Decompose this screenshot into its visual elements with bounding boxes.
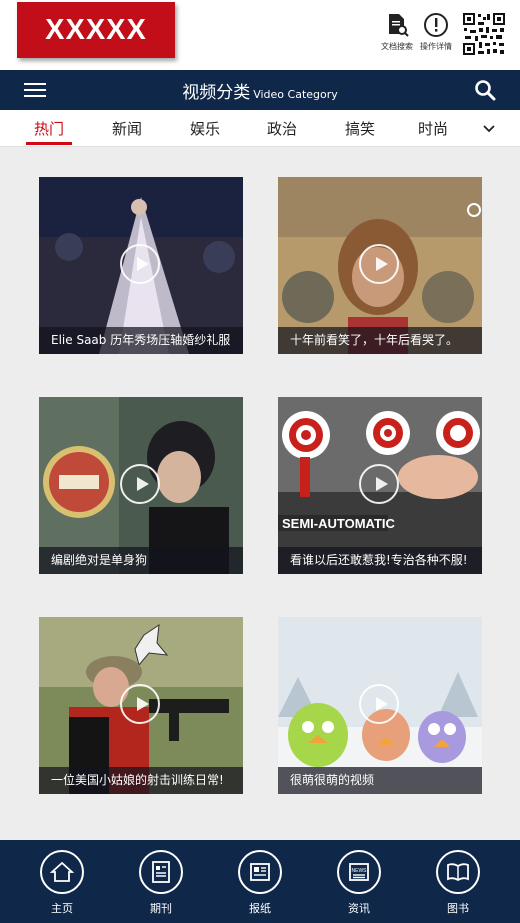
doc-search-label: 文档搜索 bbox=[381, 42, 413, 51]
video-card[interactable]: SEMI-AUTOMATIC 看谁以后还敢惹我!专治各种不服! bbox=[278, 397, 482, 574]
video-card[interactable]: 很萌很萌的视频 bbox=[278, 617, 482, 794]
search-icon[interactable] bbox=[474, 79, 496, 101]
operation-details-button[interactable]: 操作详情 bbox=[416, 12, 456, 58]
footer-home-label: 主页 bbox=[51, 902, 73, 915]
bottom-navigation: 主页 期刊 报纸 NEWS 资讯 图书 bbox=[0, 840, 520, 923]
logo: XXXXX bbox=[17, 2, 175, 58]
top-bar: XXXXX 文档搜索 操作详情 bbox=[0, 0, 520, 70]
footer-home[interactable]: 主页 bbox=[32, 850, 92, 916]
video-card[interactable]: 十年前看笑了，十年后看哭了。 bbox=[278, 177, 482, 354]
footer-book-circle bbox=[436, 850, 480, 894]
tab-politics[interactable]: 政治 bbox=[257, 118, 307, 139]
news-icon: NEWS bbox=[349, 863, 369, 881]
play-icon[interactable] bbox=[120, 684, 160, 724]
navigation-bar: 视频分类 Video Category bbox=[0, 70, 520, 110]
home-icon bbox=[50, 861, 74, 882]
play-icon[interactable] bbox=[359, 244, 399, 284]
operation-details-label: 操作详情 bbox=[420, 42, 452, 51]
page-title: 视频分类 Video Category bbox=[0, 78, 520, 103]
footer-newspaper[interactable]: 报纸 bbox=[230, 850, 290, 916]
category-tabs: 热门 新闻 娱乐 政治 搞笑 时尚 bbox=[0, 110, 520, 147]
footer-news-label: 资讯 bbox=[348, 902, 370, 915]
video-caption: 编剧绝对是单身狗 bbox=[39, 547, 243, 574]
footer-newspaper-circle bbox=[238, 850, 282, 894]
svg-text:SEMI-AUTOMATIC: SEMI-AUTOMATIC bbox=[282, 516, 396, 531]
footer-newspaper-label: 报纸 bbox=[249, 902, 271, 915]
book-icon bbox=[447, 863, 469, 882]
footer-journal-label: 期刊 bbox=[150, 902, 172, 915]
play-icon[interactable] bbox=[359, 464, 399, 504]
play-icon[interactable] bbox=[120, 244, 160, 284]
active-tab-indicator bbox=[26, 142, 72, 145]
footer-home-circle bbox=[40, 850, 84, 894]
journal-icon bbox=[152, 861, 170, 883]
video-caption: 很萌很萌的视频 bbox=[278, 767, 482, 794]
tab-entertainment[interactable]: 娱乐 bbox=[180, 118, 230, 139]
footer-news[interactable]: NEWS 资讯 bbox=[329, 850, 389, 916]
chevron-down-icon[interactable] bbox=[482, 124, 496, 134]
tab-news[interactable]: 新闻 bbox=[102, 118, 152, 139]
video-caption: Elie Saab 历年秀场压轴婚纱礼服 bbox=[39, 327, 243, 354]
page-title-english: Video Category bbox=[253, 88, 338, 101]
tab-hot[interactable]: 热门 bbox=[24, 118, 74, 139]
tab-fashion[interactable]: 时尚 bbox=[408, 118, 458, 139]
footer-journal[interactable]: 期刊 bbox=[131, 850, 191, 916]
video-card[interactable]: 一位美国小姑娘的射击训练日常! bbox=[39, 617, 243, 794]
video-caption: 看谁以后还敢惹我!专治各种不服! bbox=[278, 547, 482, 574]
video-card[interactable]: 编剧绝对是单身狗 bbox=[39, 397, 243, 574]
qr-code-icon[interactable] bbox=[462, 12, 506, 56]
page-title-chinese: 视频分类 bbox=[182, 83, 251, 103]
newspaper-icon bbox=[250, 863, 270, 881]
info-icon bbox=[424, 13, 448, 37]
tab-funny[interactable]: 搞笑 bbox=[335, 118, 385, 139]
doc-search-icon bbox=[389, 14, 409, 37]
play-icon[interactable] bbox=[120, 464, 160, 504]
doc-search-button[interactable]: 文档搜索 bbox=[377, 12, 417, 58]
video-card[interactable]: Elie Saab 历年秀场压轴婚纱礼服 bbox=[39, 177, 243, 354]
svg-text:NEWS: NEWS bbox=[352, 868, 368, 874]
play-icon[interactable] bbox=[359, 684, 399, 724]
video-caption: 十年前看笑了，十年后看哭了。 bbox=[278, 327, 482, 354]
footer-news-circle: NEWS bbox=[337, 850, 381, 894]
video-caption: 一位美国小姑娘的射击训练日常! bbox=[39, 767, 243, 794]
footer-book-label: 图书 bbox=[447, 902, 469, 915]
footer-book[interactable]: 图书 bbox=[428, 850, 488, 916]
footer-journal-circle bbox=[139, 850, 183, 894]
